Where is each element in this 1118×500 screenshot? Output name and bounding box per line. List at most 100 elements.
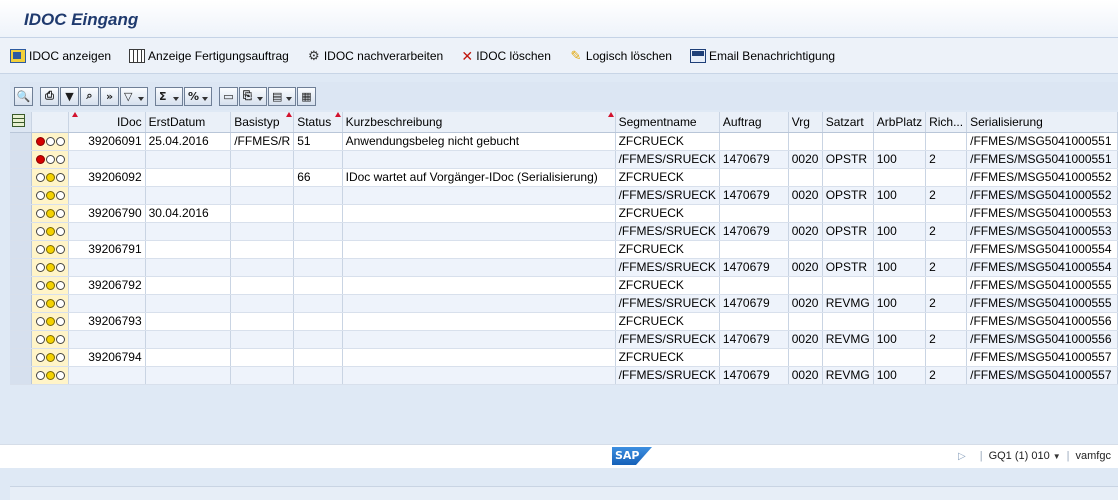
idoc-loeschen-button[interactable]: ✕ IDOC löschen [461, 45, 551, 67]
row-selector[interactable] [10, 294, 33, 313]
serialisierung-cell: /FFMES/MSG5041000552 [966, 168, 1118, 187]
table-row[interactable]: 39206091 25.04.2016/FFMES/R 51 Anwendungsbe… [10, 132, 1118, 151]
segmentname-cell: ZFCRUECK [615, 168, 720, 187]
green-light-icon [56, 281, 66, 290]
row-selector[interactable] [10, 186, 33, 205]
table-row[interactable]: /FFMES/SRUECK 1470679 0020 REVMG 100 2/FFMES/… [10, 366, 1118, 385]
find-next-icon[interactable]: » [100, 86, 119, 106]
basistyp-cell [230, 330, 295, 349]
column-header-status[interactable]: Status [293, 112, 343, 133]
yellow-light-icon [46, 317, 56, 326]
erstdatum-cell [145, 330, 232, 349]
table-row[interactable]: /FFMES/SRUECK 1470679 0020 REVMG 100 2/FFMES/… [10, 294, 1118, 313]
print-preview-icon[interactable]: ▭ [219, 86, 238, 106]
table-row[interactable]: /FFMES/SRUECK 1470679 0020 OPSTR 100 2/FFMES/… [10, 222, 1118, 241]
status-lights [31, 276, 69, 295]
satzart-cell [822, 348, 874, 367]
green-light-icon [56, 371, 66, 380]
details-icon[interactable]: 🔍 [14, 86, 33, 106]
column-header-lights [31, 112, 69, 133]
satzart-cell [822, 168, 874, 187]
table-row[interactable]: 39206793 ZFCRUECK/FFMES/MSG5041000556 [10, 312, 1118, 331]
column-header-serialisierung[interactable]: Serialisierung [966, 112, 1118, 133]
row-selector[interactable] [10, 276, 33, 295]
table-row[interactable]: 39206092 66 IDoc wartet auf Vorgänger-IDoc… [10, 168, 1118, 187]
green-light-icon [56, 227, 66, 236]
grid-view-icon[interactable]: ▦ [297, 86, 316, 106]
basistyp-cell: /FFMES/R [230, 132, 295, 151]
sum-icon[interactable]: Σ [155, 86, 183, 106]
satzart-cell: OPSTR [822, 222, 874, 241]
erstdatum-cell [145, 366, 232, 385]
expand-status-icon[interactable]: ▷ [958, 451, 966, 462]
table-row[interactable]: /FFMES/SRUECK 1470679 0020 OPSTR 100 2/FFMES/… [10, 150, 1118, 169]
logisch-loeschen-button[interactable]: ✎ Logisch löschen [569, 45, 672, 67]
vrg-cell [788, 168, 823, 187]
serialisierung-cell: /FFMES/MSG5041000555 [966, 294, 1118, 313]
idoc-cell: 39206791 [68, 240, 146, 259]
export-icon[interactable]: ⎘ [239, 86, 267, 106]
row-selector[interactable] [10, 222, 33, 241]
idoc-cell: 39206793 [68, 312, 146, 331]
column-header-auftrag[interactable]: Auftrag [719, 112, 789, 133]
status-lights [31, 312, 69, 331]
column-header-idoc[interactable]: IDoc [68, 112, 146, 133]
arbplatz-cell [873, 132, 927, 151]
anzeige-fertigungsauftrag-button[interactable]: Anzeige Fertigungsauftrag [129, 45, 289, 67]
status-lights [31, 222, 69, 241]
erstdatum-cell [145, 294, 232, 313]
layout-button[interactable] [10, 112, 33, 133]
row-selector[interactable] [10, 240, 33, 259]
row-selector[interactable] [10, 150, 33, 169]
table-row[interactable]: /FFMES/SRUECK 1470679 0020 REVMG 100 2/FFMES/… [10, 330, 1118, 349]
row-selector[interactable] [10, 330, 33, 349]
table-row[interactable]: 39206794 ZFCRUECK/FFMES/MSG5041000557 [10, 348, 1118, 367]
table-row[interactable]: 39206791 ZFCRUECK/FFMES/MSG5041000554 [10, 240, 1118, 259]
column-header-basistyp[interactable]: Basistyp [230, 112, 295, 133]
table-row[interactable]: 39206792 ZFCRUECK/FFMES/MSG5041000555 [10, 276, 1118, 295]
serialisierung-cell: /FFMES/MSG5041000554 [966, 240, 1118, 259]
idoc-anzeigen-button[interactable]: IDOC anzeigen [10, 45, 111, 67]
system-name[interactable]: GQ1 (1) 010 [989, 450, 1050, 462]
row-selector[interactable] [10, 132, 33, 151]
filter-icon[interactable]: ▼ [60, 86, 79, 106]
row-selector[interactable] [10, 168, 33, 187]
row-selector[interactable] [10, 366, 33, 385]
column-header-satzart[interactable]: Satzart [822, 112, 874, 133]
column-header-segmentname[interactable]: Segmentname [615, 112, 720, 133]
status-cell [293, 366, 343, 385]
row-selector[interactable] [10, 204, 33, 223]
row-selector[interactable] [10, 258, 33, 277]
column-header-kurzbeschreibung[interactable]: Kurzbeschreibung [342, 112, 616, 133]
column-header-vrg[interactable]: Vrg [788, 112, 823, 133]
table-row[interactable]: /FFMES/SRUECK 1470679 0020 OPSTR 100 2/FFMES/… [10, 258, 1118, 277]
find-icon[interactable]: ⌕ [80, 86, 99, 106]
layout-icon[interactable]: ▤ [268, 86, 296, 106]
status-cell [293, 258, 343, 277]
column-header-arbplatz[interactable]: ArbPlatz [873, 112, 927, 133]
erstdatum-cell: 30.04.2016 [145, 204, 232, 223]
idoc-nachverarbeiten-button[interactable]: ⚙ IDOC nachverarbeiten [307, 45, 443, 67]
status-cell [293, 186, 343, 205]
row-selector[interactable] [10, 348, 33, 367]
table-row[interactable]: /FFMES/SRUECK 1470679 0020 OPSTR 100 2/FFMES/… [10, 186, 1118, 205]
kurzbeschreibung-cell [342, 366, 616, 385]
separator: | [979, 450, 983, 462]
row-selector[interactable] [10, 312, 33, 331]
alv-grid-container: 🔍 ⎙ ▼ ⌕ » ▽ Σ % ▭ ⎘ ▤ ▦ IDoc ErstDatum B… [10, 82, 1118, 500]
table-row[interactable]: 39206790 30.04.2016 ZFCRUECK/FFMES/MSG5041… [10, 204, 1118, 223]
set-filter-icon[interactable]: ▽ [120, 86, 148, 106]
yellow-light-icon [46, 353, 56, 362]
basistyp-cell [230, 258, 295, 277]
horizontal-scrollbar[interactable] [10, 486, 1118, 500]
arbplatz-cell [873, 168, 927, 187]
system-info: ▷ | GQ1 (1) 010 ▼ | vamfgc [958, 450, 1111, 462]
column-header-erstdatum[interactable]: ErstDatum [145, 112, 232, 133]
satzart-cell: REVMG [822, 366, 874, 385]
richtung-cell: 2 [925, 294, 968, 313]
subtotal-icon[interactable]: % [184, 86, 212, 106]
email-benachrichtigung-button[interactable]: Email Benachrichtigung [689, 45, 835, 67]
print-icon[interactable]: ⎙ [40, 86, 59, 106]
column-header-richtung[interactable]: Rich... [925, 112, 968, 133]
chevron-down-icon[interactable]: ▼ [1053, 452, 1061, 461]
